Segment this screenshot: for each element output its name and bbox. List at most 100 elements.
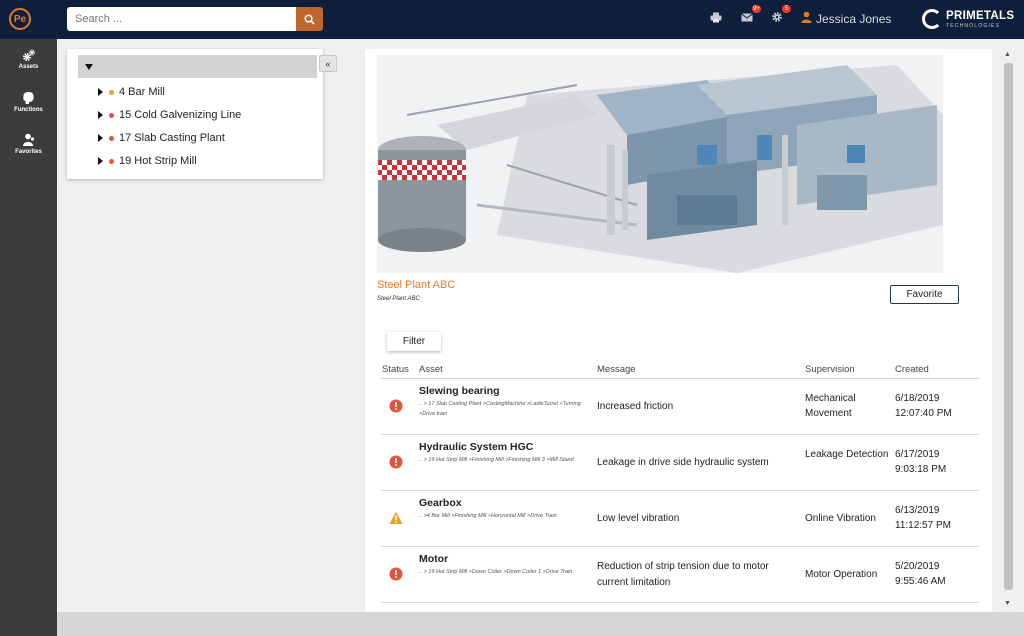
error-icon xyxy=(389,455,403,469)
left-nav: Assets Functions Favorites xyxy=(0,39,57,636)
asset-name: Gearbox xyxy=(419,497,462,509)
column-header-message[interactable]: Message xyxy=(597,364,636,375)
favorite-button[interactable]: Favorite xyxy=(890,285,959,304)
asset-name: Slewing bearing xyxy=(419,385,500,397)
asset-path: .. > 19 Hot Strip Mill >Finishing Mill >… xyxy=(419,457,574,463)
created-time: 9:55:46 AM xyxy=(895,576,946,587)
created-date: 6/17/2019 xyxy=(895,449,940,460)
supervision-text: Motor Operation xyxy=(805,569,878,580)
column-header-asset[interactable]: Asset xyxy=(419,364,443,375)
search-input[interactable] xyxy=(67,7,297,31)
expand-arrow-icon[interactable] xyxy=(98,88,103,96)
status-dot xyxy=(109,158,114,164)
plant-subtitle: Steel Plant ABC xyxy=(377,296,420,302)
warning-icon xyxy=(389,511,403,524)
created-time: 11:12:57 PM xyxy=(895,520,951,531)
settings-badge: 5 xyxy=(782,5,791,13)
column-header-status[interactable]: Status xyxy=(382,364,409,375)
tree-root-header[interactable] xyxy=(78,55,317,78)
expand-arrow-icon[interactable] xyxy=(98,134,103,142)
supervision-text: Online Vibration xyxy=(805,513,876,524)
asset-name: Motor xyxy=(419,553,449,565)
scroll-up-icon[interactable]: ▲ xyxy=(1004,51,1011,58)
created-time: 9:03:18 PM xyxy=(895,464,947,475)
created-timestamp: 6/13/2019 11:12:57 PM xyxy=(895,503,979,533)
created-timestamp: 5/20/2019 9:55:46 AM xyxy=(895,559,979,589)
asset-path: .. > 17 Slab Casting Plant >CastingMachi… xyxy=(419,401,581,417)
table-row[interactable]: Slewing bearing .. > 17 Slab Casting Pla… xyxy=(381,379,979,435)
nav-item-functions[interactable]: Functions xyxy=(0,91,57,127)
printer-icon xyxy=(710,12,722,22)
status-dot xyxy=(109,135,114,141)
table-row[interactable]: Motor .. > 19 Hot Strip Mill >Down Coile… xyxy=(381,547,979,603)
vertical-scrollbar[interactable]: ▲ ▼ xyxy=(1001,49,1015,612)
user-avatar[interactable] xyxy=(798,9,814,25)
tree-item-label: 17 Slab Casting Plant xyxy=(119,132,225,144)
filter-button[interactable]: Filter xyxy=(387,332,441,351)
user-name[interactable]: Jessica Jones xyxy=(816,12,891,26)
expand-arrow-icon[interactable] xyxy=(98,111,103,119)
tree-item-15-cold-galvenizing-line[interactable]: 15 Cold Galvenizing Line xyxy=(98,107,241,123)
search-icon xyxy=(304,14,315,25)
error-icon xyxy=(389,567,403,581)
created-timestamp: 6/17/2019 9:03:18 PM xyxy=(895,447,979,477)
asset-path: .. >4 Bar Mill >Finishing Mill >Horizont… xyxy=(419,513,557,519)
tree-item-label: 19 Hot Strip Mill xyxy=(119,155,197,167)
collapse-panel-button[interactable]: « xyxy=(319,55,337,72)
table-row[interactable]: Gearbox .. >4 Bar Mill >Finishing Mill >… xyxy=(381,491,979,547)
users-icon xyxy=(22,133,36,147)
gears-icon xyxy=(22,48,36,62)
tree-item-4-bar-mill[interactable]: 4 Bar Mill xyxy=(98,84,165,100)
nav-item-assets[interactable]: Assets xyxy=(0,48,57,84)
settings-button[interactable]: 5 xyxy=(769,5,791,25)
scroll-down-icon[interactable]: ▼ xyxy=(1004,600,1011,607)
gear-icon xyxy=(772,12,782,22)
message-text: Increased friction xyxy=(597,401,674,412)
brand-subtitle: TECHNOLOGIES xyxy=(946,23,1001,29)
tree-item-19-hot-strip-mill[interactable]: 19 Hot Strip Mill xyxy=(98,153,197,169)
status-dot xyxy=(109,89,114,95)
asset-name: Hydraulic System HGC xyxy=(419,441,534,453)
plant-illustration xyxy=(377,55,943,273)
caret-down-icon[interactable] xyxy=(85,64,93,70)
search-button[interactable] xyxy=(296,7,323,31)
messages-button[interactable]: 9+ xyxy=(739,5,761,25)
mail-icon xyxy=(741,12,753,21)
supervision-text: Mechanical Movement xyxy=(805,393,856,419)
plant-title[interactable]: Steel Plant ABC xyxy=(377,279,455,291)
nav-label: Assets xyxy=(18,64,39,70)
created-date: 5/20/2019 xyxy=(895,561,940,572)
brand-ring-icon xyxy=(922,9,942,29)
brain-icon xyxy=(22,91,36,105)
created-date: 6/13/2019 xyxy=(895,505,940,516)
brand-logo: PRIMETALS TECHNOLOGIES xyxy=(922,8,1014,32)
expand-arrow-icon[interactable] xyxy=(98,157,103,165)
bottom-bar xyxy=(57,612,1024,636)
table-row[interactable]: Hydraulic System HGC .. > 19 Hot Strip M… xyxy=(381,435,979,491)
created-time: 12:07:40 PM xyxy=(895,408,952,419)
created-timestamp: 6/18/2019 12:07:40 PM xyxy=(895,391,979,421)
logo-text: Pe xyxy=(13,13,27,25)
print-button[interactable] xyxy=(708,9,724,25)
scrollbar-thumb[interactable] xyxy=(1004,63,1013,590)
tree-item-17-slab-casting-plant[interactable]: 17 Slab Casting Plant xyxy=(98,130,225,146)
status-dot xyxy=(109,112,114,118)
column-header-supervision[interactable]: Supervision xyxy=(805,364,855,375)
nav-label: Functions xyxy=(14,107,43,113)
asset-path: .. > 19 Hot Strip Mill >Down Coiler >Dow… xyxy=(419,569,573,575)
supervision-text: Leakage Detection xyxy=(805,449,889,460)
message-text: Low level vibration xyxy=(597,513,680,524)
column-header-created[interactable]: Created xyxy=(895,364,929,375)
message-text: Leakage in drive side hydraulic system xyxy=(597,457,769,468)
asset-tree-panel: 4 Bar Mill 15 Cold Galvenizing Line 17 S… xyxy=(67,49,323,179)
app-logo[interactable]: Pe xyxy=(9,8,31,30)
brand-name: PRIMETALS xyxy=(946,10,1015,22)
tree-item-label: 15 Cold Galvenizing Line xyxy=(119,109,242,121)
top-header: Pe 9+ 5 Jessica Jones PRIMETALS TECHNOLO… xyxy=(0,0,1024,39)
mail-badge: 9+ xyxy=(752,5,761,13)
message-text: Reduction of strip tension due to motor … xyxy=(597,561,769,588)
nav-label: Favorites xyxy=(15,149,42,155)
tree-item-label: 4 Bar Mill xyxy=(119,86,165,98)
error-icon xyxy=(389,399,403,413)
nav-item-favorites[interactable]: Favorites xyxy=(0,133,57,169)
